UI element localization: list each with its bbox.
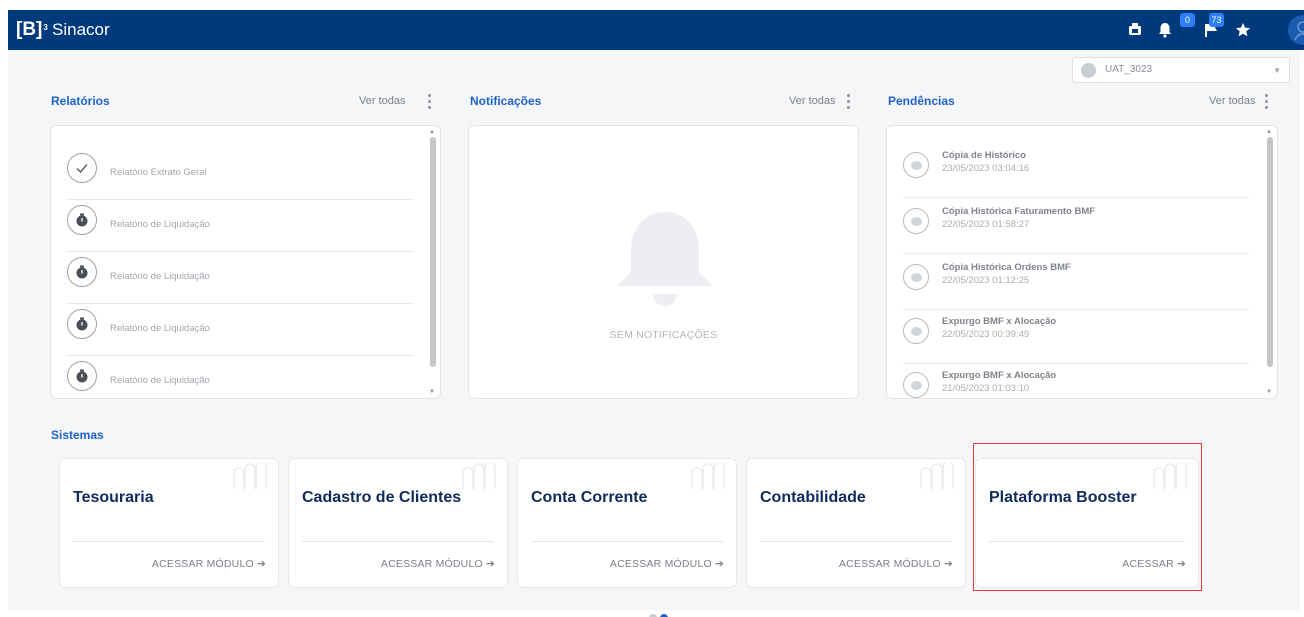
notificacoes-ver-todas-link[interactable]: Ver todas xyxy=(789,95,835,107)
divider xyxy=(73,541,265,542)
relatorio-item[interactable]: Relatório de Liquidação xyxy=(67,356,413,398)
pendencia-title: Cópia de Histórico xyxy=(942,150,1026,161)
notificacoes-title: Notificações xyxy=(470,94,542,108)
star-icon[interactable] xyxy=(1234,21,1252,39)
pendencia-title: Expurgo BMF x Alocação xyxy=(942,370,1057,381)
notificacoes-more-icon[interactable] xyxy=(847,94,851,112)
app-root: [B]3 Sinacor 0 73 UAT_3023 ▼ Relatórios … xyxy=(0,0,1304,617)
scrollbar-thumb[interactable] xyxy=(1267,137,1273,367)
user-icon xyxy=(1294,21,1304,41)
b3-pillars-icon xyxy=(920,463,954,489)
check-icon xyxy=(67,153,97,183)
module-access-link[interactable]: ACESSAR MÓDULO ➔ xyxy=(839,558,953,570)
pendencias-more-icon[interactable] xyxy=(1265,94,1269,112)
pendencia-item[interactable]: Cópia Histórica Faturamento BMF 22/05/20… xyxy=(903,198,1249,254)
sistemas-title: Sistemas xyxy=(51,428,104,442)
pendencia-item[interactable]: Expurgo BMF x Alocação 22/05/2023 00:39:… xyxy=(903,308,1249,364)
relatorio-label: Relatório de Liquidação xyxy=(110,271,210,282)
relatorio-item[interactable]: Relatório de Liquidação xyxy=(67,252,413,304)
flags-badge: 73 xyxy=(1209,13,1224,27)
module-title: Cadastro de Clientes xyxy=(302,489,462,506)
user-avatar[interactable] xyxy=(1288,15,1304,45)
module-card-cadastro-de-clientes[interactable]: Cadastro de Clientes ACESSAR MÓDULO ➔ xyxy=(288,458,508,588)
pendencia-title: Cópia Histórica Ordens BMF xyxy=(942,262,1071,273)
module-card-conta-corrente[interactable]: Conta Corrente ACESSAR MÓDULO ➔ xyxy=(517,458,737,588)
chat-icon xyxy=(903,208,929,234)
b3-pillars-icon xyxy=(462,463,496,489)
environment-value: UAT_3023 xyxy=(1105,64,1153,75)
pendencias-card: Cópia de Histórico 23/05/2023 03:04:16 C… xyxy=(886,125,1278,399)
pendencias-title: Pendências xyxy=(888,94,955,108)
chevron-down-icon: ▼ xyxy=(1273,66,1281,75)
chat-icon xyxy=(903,372,929,398)
arrow-right-icon: ➔ xyxy=(486,558,495,570)
divider xyxy=(531,541,723,542)
b3-logo[interactable]: [B]3 xyxy=(16,19,48,41)
empty-notifications-text: SEM NOTIFICAÇÕES xyxy=(609,329,718,341)
pendencias-scrollbar[interactable]: ▲ ▼ xyxy=(1265,129,1275,395)
chat-icon xyxy=(903,264,929,290)
module-access-link[interactable]: ACESSAR MÓDULO ➔ xyxy=(610,558,724,570)
pendencia-date: 23/05/2023 03:04:16 xyxy=(942,163,1030,174)
relatorio-label: Relatório de Liquidação xyxy=(110,323,210,334)
empty-bell-icon xyxy=(617,212,713,306)
relatorios-more-icon[interactable] xyxy=(428,94,432,112)
relatorio-label: Relatório de Liquidação xyxy=(110,219,210,230)
pendencia-title: Expurgo BMF x Alocação xyxy=(942,316,1057,327)
module-title: Conta Corrente xyxy=(531,489,648,506)
stopwatch-icon xyxy=(67,205,97,235)
pendencia-title: Cópia Histórica Faturamento BMF xyxy=(942,206,1096,217)
pendencias-ver-todas-link[interactable]: Ver todas xyxy=(1209,95,1255,107)
divider xyxy=(302,541,494,542)
app-title: Sinacor xyxy=(52,20,110,39)
pendencia-date: 22/05/2023 00:39:49 xyxy=(942,329,1030,340)
chat-icon xyxy=(903,318,929,344)
arrow-right-icon: ➔ xyxy=(944,558,953,570)
relatorios-ver-todas-link[interactable]: Ver todas xyxy=(359,95,405,107)
notificacoes-card: SEM NOTIFICAÇÕES xyxy=(468,125,859,399)
relatorios-card: Relatório Extrato Geral Relatório de Liq… xyxy=(50,125,441,399)
relatorio-item[interactable]: Relatório de Liquidação xyxy=(67,200,413,252)
pendencia-date: 22/05/2023 01:58:27 xyxy=(942,219,1030,230)
environment-select[interactable]: UAT_3023 ▼ xyxy=(1072,57,1290,83)
scroll-up-icon[interactable]: ▲ xyxy=(429,129,435,135)
pendencia-item[interactable]: Cópia de Histórico 23/05/2023 03:04:16 xyxy=(903,142,1249,198)
divider xyxy=(760,541,952,542)
module-card-tesouraria[interactable]: Tesouraria ACESSAR MÓDULO ➔ xyxy=(59,458,279,588)
relatorios-title: Relatórios xyxy=(51,94,110,108)
arrow-right-icon: ➔ xyxy=(257,558,266,570)
pendencia-item[interactable]: Expurgo BMF x Alocação 21/05/2023 01:03:… xyxy=(903,362,1249,398)
relatorio-label: Relatório de Liquidação xyxy=(110,375,210,386)
scrollbar-thumb[interactable] xyxy=(430,137,436,367)
module-title: Tesouraria xyxy=(73,489,154,506)
scroll-up-icon[interactable]: ▲ xyxy=(1266,129,1272,135)
relatorio-item[interactable]: Relatório de Liquidação xyxy=(67,304,413,356)
stopwatch-icon xyxy=(67,257,97,287)
pendencia-date: 21/05/2023 01:03:10 xyxy=(942,383,1030,394)
selection-highlight xyxy=(973,443,1202,591)
module-card-contabilidade[interactable]: Contabilidade ACESSAR MÓDULO ➔ xyxy=(746,458,966,588)
database-icon xyxy=(1081,63,1096,78)
top-bar: [B]3 Sinacor 0 73 xyxy=(8,10,1304,50)
b3-pillars-icon xyxy=(233,463,267,489)
pendencia-item[interactable]: Cópia Histórica Ordens BMF 22/05/2023 01… xyxy=(903,254,1249,310)
scroll-down-icon[interactable]: ▼ xyxy=(1266,389,1272,395)
chat-icon xyxy=(903,152,929,178)
module-title: Contabilidade xyxy=(760,489,866,506)
relatorio-label: Relatório Extrato Geral xyxy=(110,167,207,178)
module-access-link[interactable]: ACESSAR MÓDULO ➔ xyxy=(381,558,495,570)
module-access-link[interactable]: ACESSAR MÓDULO ➔ xyxy=(152,558,266,570)
relatorios-scrollbar[interactable]: ▲ ▼ xyxy=(428,129,438,395)
arrow-right-icon: ➔ xyxy=(715,558,724,570)
stopwatch-icon xyxy=(67,309,97,339)
scroll-down-icon[interactable]: ▼ xyxy=(429,389,435,395)
printer-icon[interactable] xyxy=(1126,21,1144,39)
notifications-badge: 0 xyxy=(1180,13,1195,27)
pendencia-date: 22/05/2023 01:12:25 xyxy=(942,275,1030,286)
stopwatch-icon xyxy=(67,361,97,391)
carousel-pagination xyxy=(649,609,671,617)
relatorio-item[interactable]: Relatório Extrato Geral xyxy=(67,148,413,200)
bell-icon[interactable] xyxy=(1156,21,1174,39)
b3-pillars-icon xyxy=(691,463,725,489)
